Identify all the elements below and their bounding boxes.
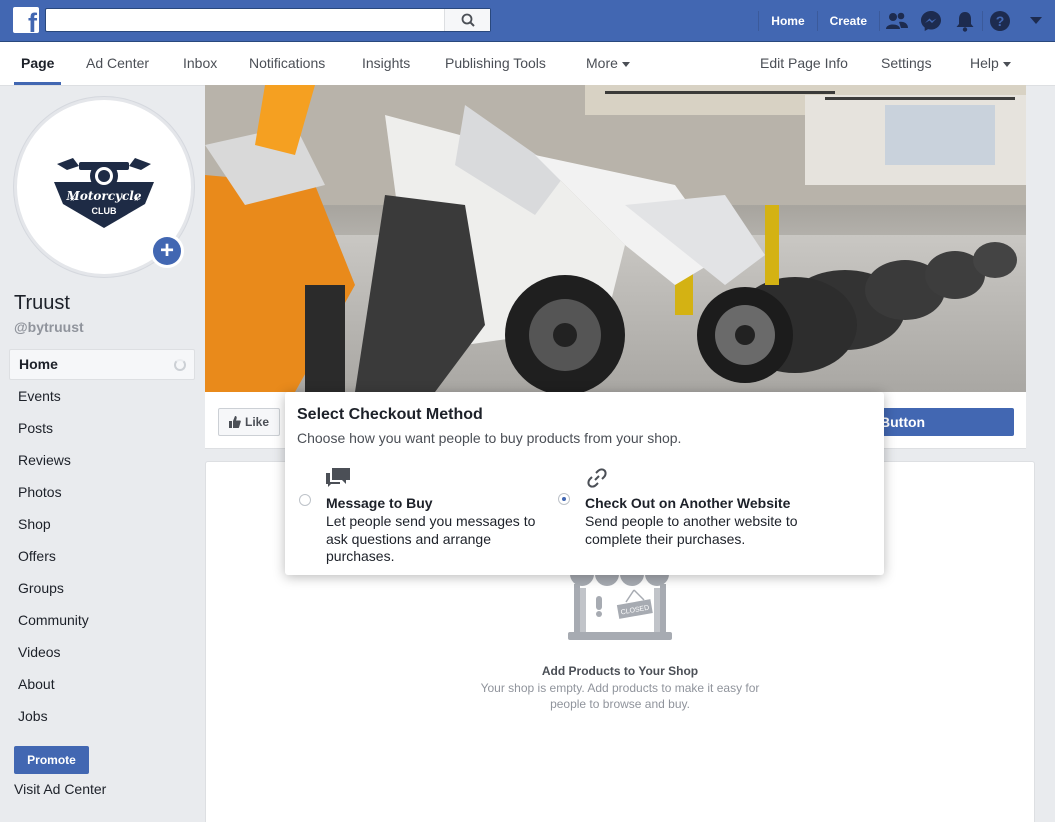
- side-item-shop[interactable]: Shop: [9, 508, 195, 540]
- messenger-icon[interactable]: [914, 0, 948, 42]
- cover-photo[interactable]: [205, 85, 1026, 392]
- thumbs-up-icon: [228, 416, 241, 428]
- svg-text:★: ★: [133, 195, 139, 203]
- option-title: Check Out on Another Website: [585, 495, 791, 511]
- shop-empty-title: Add Products to Your Shop: [541, 664, 699, 678]
- account-menu-chevron-icon[interactable]: [1017, 0, 1055, 42]
- promote-button[interactable]: Promote: [14, 746, 89, 774]
- search-button[interactable]: [444, 9, 490, 31]
- like-label: Like: [244, 415, 269, 429]
- tab-ad-center[interactable]: Ad Center: [86, 42, 149, 85]
- plus-icon: +: [153, 237, 181, 265]
- add-button-cta[interactable]: Button: [870, 408, 1014, 436]
- option-title: Message to Buy: [326, 495, 433, 511]
- tab-inbox[interactable]: Inbox: [183, 42, 217, 85]
- help-menu[interactable]: Help: [970, 42, 1011, 85]
- shop-empty-description: Your shop is empty. Add products to make…: [480, 681, 760, 711]
- home-link[interactable]: Home: [759, 11, 816, 31]
- search-input[interactable]: [46, 9, 446, 31]
- message-to-buy-radio[interactable]: [299, 494, 311, 506]
- loading-spinner-icon: [174, 359, 186, 371]
- side-item-offers[interactable]: Offers: [9, 540, 195, 572]
- facebook-logo-icon[interactable]: f: [13, 7, 39, 33]
- link-icon: [587, 468, 607, 488]
- side-menu: Home Events Posts Reviews Photos Shop Of…: [9, 349, 195, 732]
- like-button[interactable]: Like: [218, 408, 280, 436]
- chevron-down-icon: [621, 61, 630, 67]
- search-bar: [45, 8, 491, 32]
- side-item-videos[interactable]: Videos: [9, 636, 195, 668]
- chevron-down-icon: [1002, 61, 1011, 67]
- dialog-subtitle: Choose how you want people to buy produc…: [297, 430, 682, 446]
- settings-link[interactable]: Settings: [881, 42, 932, 85]
- add-profile-photo-button[interactable]: +: [150, 234, 184, 268]
- side-item-groups[interactable]: Groups: [9, 572, 195, 604]
- svg-text:?: ?: [996, 13, 1005, 29]
- side-item-events[interactable]: Events: [9, 380, 195, 412]
- edit-page-info-link[interactable]: Edit Page Info: [760, 42, 848, 85]
- chat-bubbles-icon: [326, 468, 350, 487]
- create-link[interactable]: Create: [818, 11, 879, 31]
- tab-publishing-tools[interactable]: Publishing Tools: [445, 42, 546, 85]
- page-name: Truust: [14, 292, 70, 314]
- side-item-jobs[interactable]: Jobs: [9, 700, 195, 732]
- select-checkout-method-dialog: Select Checkout Method Choose how you wa…: [285, 392, 884, 575]
- side-item-reviews[interactable]: Reviews: [9, 444, 195, 476]
- visit-ad-center-link[interactable]: Visit Ad Center: [14, 781, 106, 797]
- svg-text:CLUB: CLUB: [92, 206, 117, 216]
- dialog-title: Select Checkout Method: [297, 406, 483, 423]
- tab-page[interactable]: Page: [14, 42, 62, 85]
- option-description: Let people send you messages to ask ques…: [326, 513, 536, 564]
- page-nav: Page Ad Center Inbox Notifications Insig…: [0, 42, 1055, 86]
- side-item-posts[interactable]: Posts: [9, 412, 195, 444]
- tab-notifications[interactable]: Notifications: [249, 42, 325, 85]
- side-item-photos[interactable]: Photos: [9, 476, 195, 508]
- search-icon: [461, 13, 475, 27]
- tab-more[interactable]: More: [586, 42, 630, 85]
- cta-label: Button: [880, 414, 926, 430]
- top-bar: f Home Create ?: [0, 0, 1055, 42]
- side-item-about[interactable]: About: [9, 668, 195, 700]
- check-out-another-website-radio[interactable]: [558, 493, 570, 505]
- tab-insights[interactable]: Insights: [362, 42, 410, 85]
- friend-requests-icon[interactable]: [880, 0, 914, 42]
- side-item-home[interactable]: Home: [9, 349, 195, 380]
- help-menu-label: Help: [970, 55, 999, 71]
- page-handle[interactable]: @bytruust: [14, 319, 84, 335]
- notifications-bell-icon[interactable]: [948, 0, 982, 42]
- option-description: Send people to another website to comple…: [585, 513, 798, 547]
- tab-more-label: More: [586, 55, 618, 71]
- closed-shop-icon: CLOSED: [568, 570, 672, 640]
- svg-text:Motorcycle: Motorcycle: [66, 189, 142, 203]
- help-icon[interactable]: ?: [983, 0, 1017, 42]
- svg-text:★: ★: [69, 195, 75, 203]
- side-item-community[interactable]: Community: [9, 604, 195, 636]
- side-item-label: Home: [19, 356, 58, 372]
